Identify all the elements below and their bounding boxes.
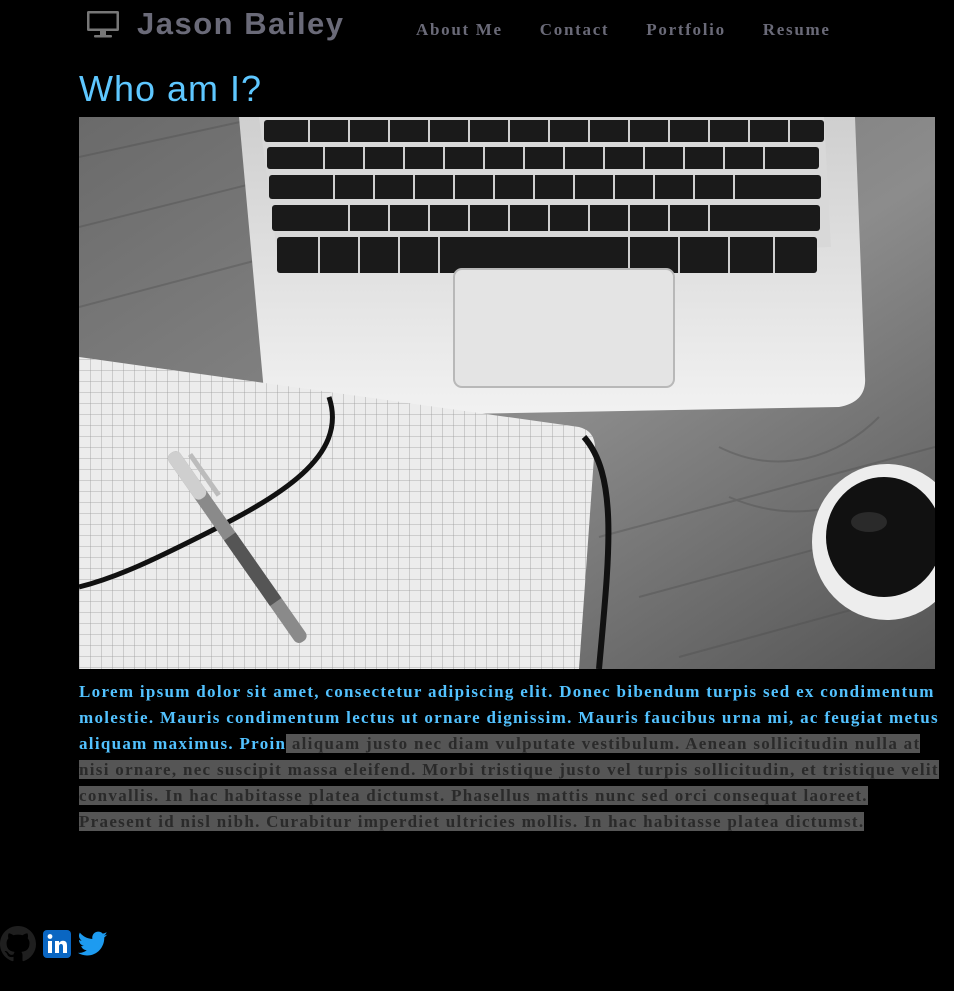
github-link[interactable]: [0, 926, 36, 962]
linkedin-link[interactable]: [43, 930, 71, 958]
linkedin-icon: [43, 930, 71, 958]
social-links: [0, 926, 108, 962]
nav-about-me[interactable]: About Me: [416, 20, 503, 40]
page-title: Who am I?: [79, 68, 263, 109]
nav-portfolio[interactable]: Portfolio: [646, 20, 726, 40]
hero-image: [79, 117, 935, 669]
github-icon: [0, 926, 36, 962]
site-name: Jason Bailey: [137, 6, 345, 41]
site-logo[interactable]: Jason Bailey: [86, 6, 345, 42]
twitter-icon: [78, 931, 108, 956]
nav-contact[interactable]: Contact: [540, 20, 610, 40]
main-nav: About Me Contact Portfolio Resume: [416, 20, 831, 40]
monitor-icon: [87, 11, 119, 38]
twitter-link[interactable]: [78, 931, 108, 957]
bio-paragraph: Lorem ipsum dolor sit amet, consectetur …: [79, 679, 939, 835]
nav-resume[interactable]: Resume: [763, 20, 831, 40]
